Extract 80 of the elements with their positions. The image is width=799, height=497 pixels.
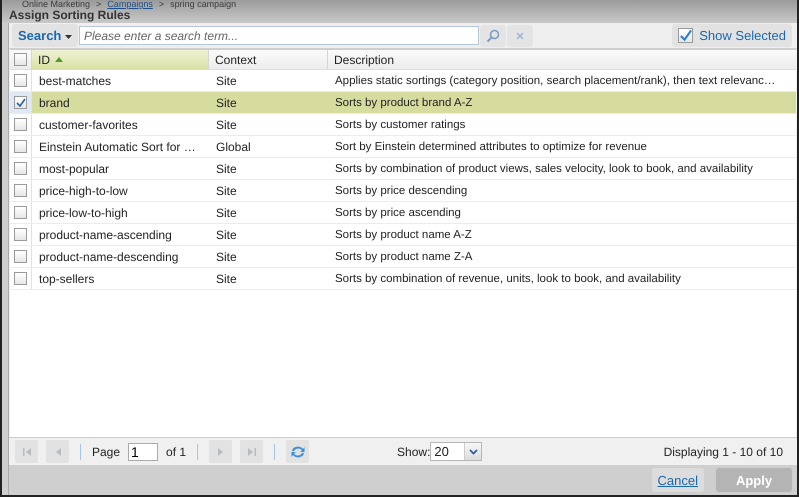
caret-icon [64,34,72,39]
page-label: Page [92,444,120,458]
row-checkbox[interactable] [14,162,27,175]
table-row[interactable]: most-popular Site Sorts by combination of product views, sales velocity, look to book, and availability [10,158,796,180]
table-cell: Sorts by combination of product views, sales velocity, look to book, and availability [335,162,753,174]
table-cell: top-sellers [39,272,94,286]
table-cell: Site [216,184,237,198]
close-icon[interactable] [506,24,533,46]
table-row[interactable]: top-sellers Site Sorts by combination of revenue, units, look to book, and availability [10,268,796,290]
table-row[interactable]: Einstein Automatic Sort for … Global Sort by Einstein determined attributes to optimize for revenue [10,136,796,158]
displaying-text: Displaying 1 - 10 of 10 [664,444,783,458]
table-cell: Sort by Einstein determined attributes to optimize for revenue [335,140,647,152]
breadcrumb-item: Campaigns [107,0,153,9]
checkbox-icon[interactable] [678,28,694,43]
refresh-icon[interactable] [286,440,310,463]
breadcrumb-item: Online Marketing [22,0,90,9]
search-menu-button[interactable]: Search [12,24,78,47]
table-cell: Sorts by customer ratings [335,118,466,130]
table-cell: price-low-to-high [39,206,128,220]
chevron-down-icon[interactable] [468,448,478,454]
row-checkbox[interactable] [14,250,27,263]
table-cell: price-high-to-low [39,184,128,198]
table-row[interactable]: customer-favorites Site Sorts by customer ratings [10,114,796,136]
table-cell: Sorts by product brand A-Z [335,96,472,108]
table-cell: Site [216,118,237,132]
table-cell: Global [216,140,251,154]
window-title: Assign Sorting Rules [9,9,130,22]
last-page-icon[interactable] [240,440,264,463]
breadcrumb-item: > [96,0,102,9]
table-cell: Sorts by combination of revenue, units, look to book, and availability [335,272,681,284]
table-row[interactable]: brand Site Sorts by product brand A-Z [10,92,796,114]
table-cell: Site [216,162,237,176]
row-checkbox[interactable] [14,206,27,219]
table-cell: Site [216,228,237,242]
breadcrumb-item: > [158,0,164,9]
page-count: of 1 [166,444,186,458]
table-cell: brand [39,96,70,110]
table-cell: Sorts by price descending [335,184,468,196]
previous-page-icon[interactable] [46,440,69,463]
table-cell: Einstein Automatic Sort for … [39,140,196,154]
table-cell: Site [216,206,237,220]
search-field[interactable]: Please enter a search term... [78,26,479,45]
table-row[interactable]: product-name-ascending Site Sorts by product name A-Z [10,224,796,246]
table-cell: best-matches [39,74,112,88]
table-cell: Sorts by product name A-Z [335,228,472,240]
first-page-icon[interactable] [15,440,38,463]
row-checkbox[interactable] [14,272,27,285]
next-page-icon[interactable] [209,440,232,463]
table-cell: Sorts by product name Z-A [335,250,472,262]
row-checkbox[interactable] [14,184,27,197]
table-cell: product-name-ascending [39,228,172,242]
page-field[interactable]: 1 [128,442,158,460]
table-cell: Site [216,272,237,286]
table-row[interactable]: price-low-to-high Site Sorts by price ascending [10,202,796,224]
cancel-link[interactable]: Cancel [652,468,704,492]
page-size-dropdown[interactable]: 20 [430,442,482,461]
column-header[interactable]: Context [208,50,327,69]
show-label: Show: [397,444,430,458]
table-row[interactable]: product-name-descending Site Sorts by product name Z-A [10,246,796,268]
table-cell: most-popular [39,162,110,176]
table-cell: product-name-descending [39,250,178,264]
table-cell: Site [216,250,237,264]
row-checkbox[interactable] [14,118,27,131]
row-checkbox[interactable] [14,140,27,153]
table-cell: Site [216,74,237,88]
table-cell: Applies static sortings (category position, search placement/rank), then text relevanc… [335,74,776,86]
row-checkbox[interactable] [14,74,27,87]
sort-ascending-icon [55,57,63,62]
search-icon[interactable] [480,24,506,46]
table-row[interactable]: price-high-to-low Site Sorts by price descending [10,180,796,202]
select-all-checkbox[interactable] [14,53,27,66]
column-header[interactable]: Description [327,50,796,69]
table-cell: customer-favorites [39,118,138,132]
table-cell: Site [216,96,237,110]
column-header[interactable]: ID [31,50,208,69]
row-checkbox[interactable] [14,228,27,241]
table-cell: Sorts by price ascending [335,206,461,218]
breadcrumb-item: spring campaign [170,0,236,9]
row-checkbox[interactable] [14,96,27,109]
show-selected-toggle[interactable]: Show Selected [672,24,792,47]
